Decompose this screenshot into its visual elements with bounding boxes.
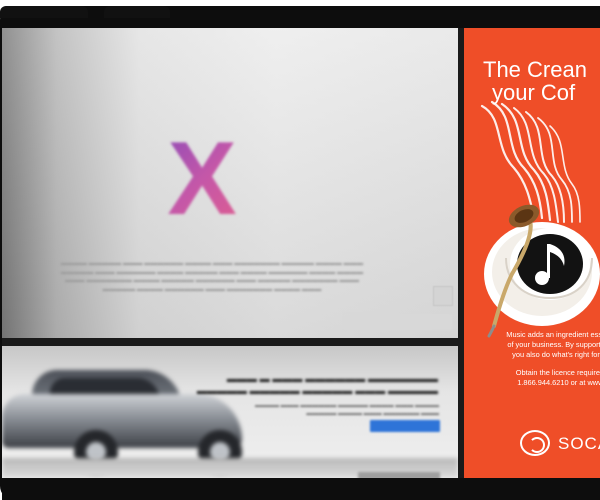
blurred-headline: ▬▬▬ ▬ ▬▬▬ ▬▬▬▬▬▬ ▬▬▬▬▬▬▬ ▬▬▬▬▬ ▬▬▬▬▬ ▬▬▬…	[196, 374, 438, 397]
coffee-music-ad[interactable]: The Crean your Cof Music adds an ingredi…	[464, 28, 600, 478]
brand-logo[interactable]: SOCAI	[520, 430, 600, 456]
ad-body-line2: of your business. By supporting m	[507, 340, 600, 349]
blurred-small-button[interactable]	[433, 286, 453, 306]
screen: X ▬▬▬▬ ▬▬▬▬▬ ▬▬▬ ▬▬▬▬▬▬ ▬▬▬▬ ▬▬▬ ▬▬▬▬▬▬▬…	[2, 28, 600, 478]
blurred-paragraph: ▬▬▬▬ ▬▬▬▬▬ ▬▬▬ ▬▬▬▬▬▬ ▬▬▬▬ ▬▬▬ ▬▬▬▬▬▬▬ ▬…	[60, 260, 364, 293]
brand-name: SOCAI	[558, 434, 600, 453]
brand-mark-icon	[520, 430, 550, 456]
ad-licence-line1: Obtain the licence required b	[515, 368, 600, 377]
ad-licence-text: Obtain the licence required b 1.866.944.…	[478, 368, 600, 388]
device-tab	[0, 6, 88, 18]
blurred-cta-button[interactable]	[370, 420, 440, 432]
ad-title-line1: The Crean	[483, 57, 587, 82]
ad-body-line3: you also do what's right for you	[512, 350, 600, 359]
device-frame: X ▬▬▬▬ ▬▬▬▬▬ ▬▬▬ ▬▬▬▬▬▬ ▬▬▬▬ ▬▬▬ ▬▬▬▬▬▬▬…	[0, 6, 600, 500]
coffee-cup-icon	[484, 204, 600, 338]
device-bottom-bezel	[2, 478, 600, 500]
ad-licence-line2[interactable]: 1.866.944.6210 or at www.s	[478, 378, 600, 388]
blurred-car-ad[interactable]: ▬▬▬ ▬ ▬▬▬ ▬▬▬▬▬▬ ▬▬▬▬▬▬▬ ▬▬▬▬▬ ▬▬▬▬▬ ▬▬▬…	[2, 346, 458, 478]
blurred-subtext: ▬▬▬▬ ▬▬▬ ▬▬▬▬▬▬ ▬▬▬▬▬ ▬▬▬▬ ▬▬▬ ▬▬▬▬ ▬▬▬▬…	[254, 403, 439, 417]
blurred-action-bar[interactable]	[344, 314, 452, 330]
device-tab	[104, 6, 170, 18]
ad-body-line1: Music adds an ingredient essential	[506, 330, 600, 339]
blurred-app-panel[interactable]: X ▬▬▬▬ ▬▬▬▬▬ ▬▬▬ ▬▬▬▬▬▬ ▬▬▬▬ ▬▬▬ ▬▬▬▬▬▬▬…	[2, 28, 458, 338]
ad-body-text: Music adds an ingredient essential of yo…	[478, 330, 600, 360]
x-logo: X	[162, 124, 242, 234]
